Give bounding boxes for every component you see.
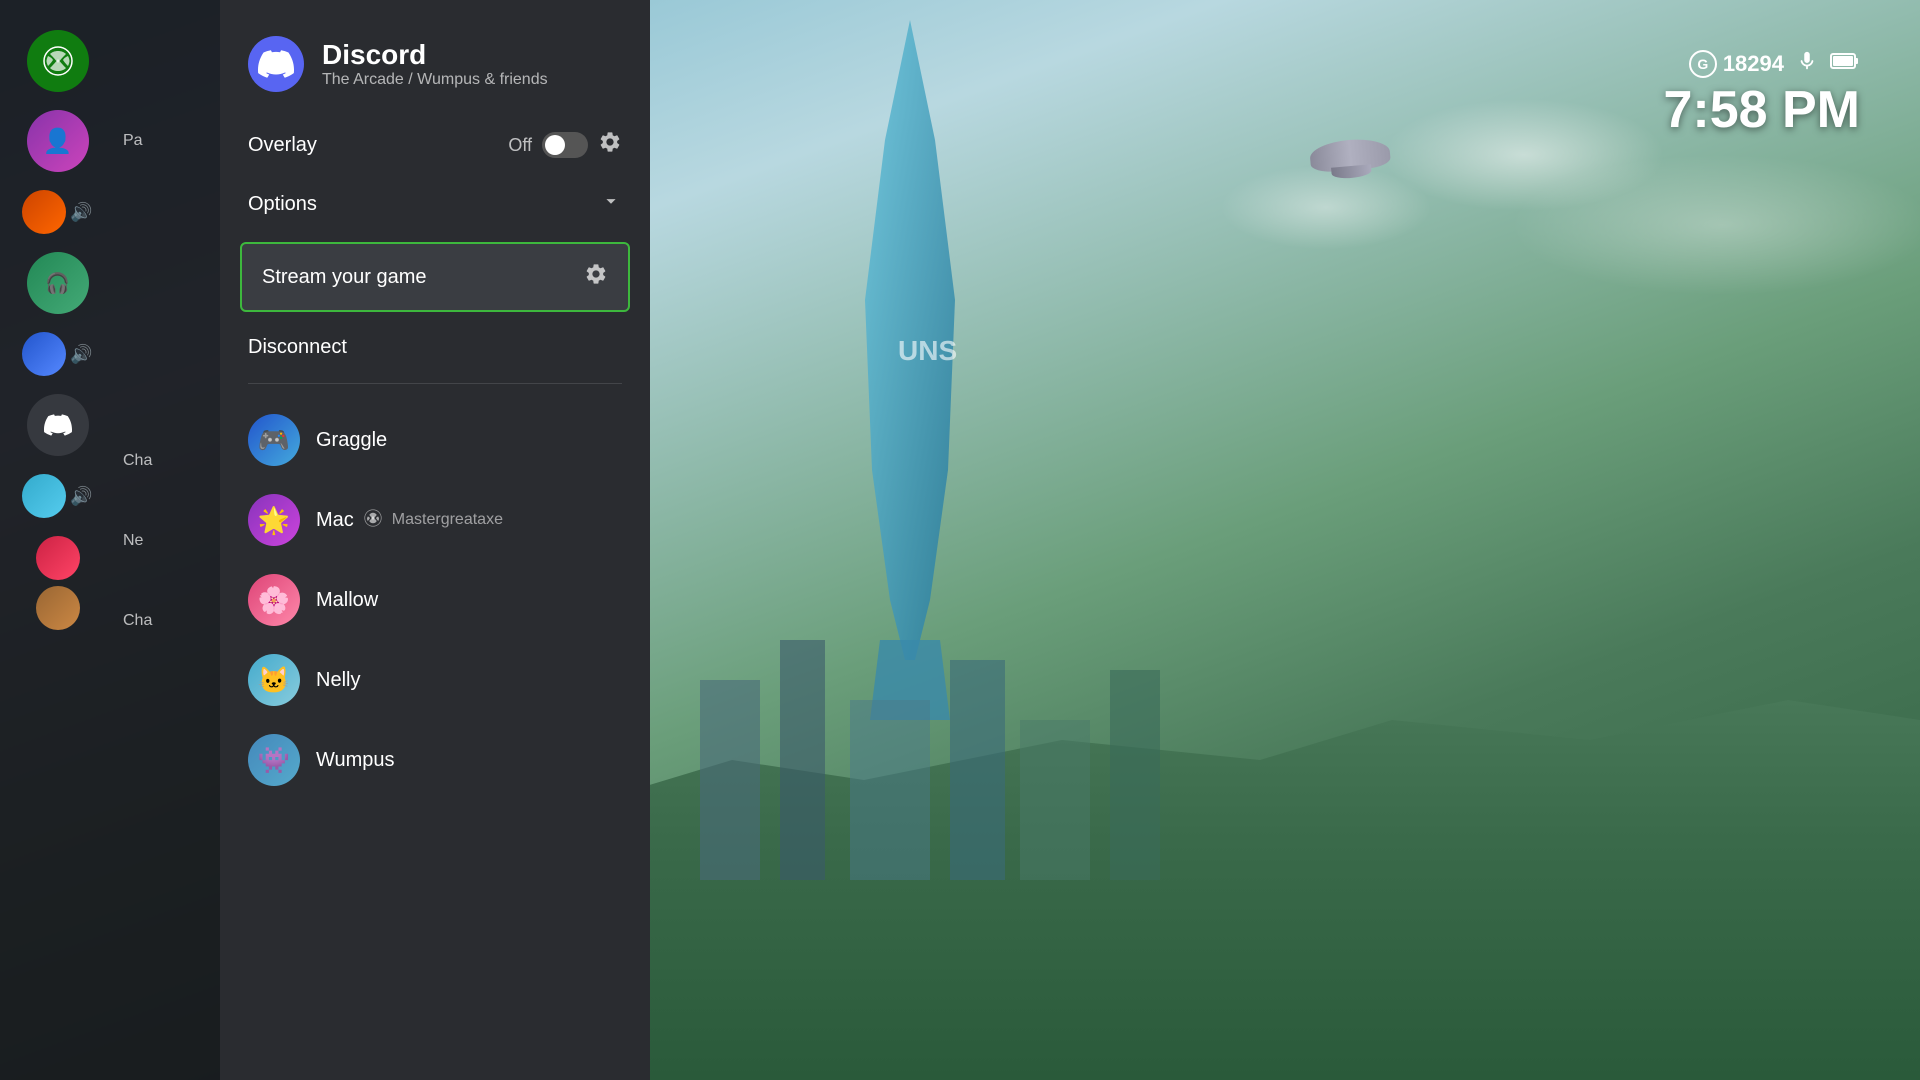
clock-time: 7:58 PM — [1663, 81, 1860, 139]
options-row[interactable]: Options — [220, 174, 650, 234]
discord-title: Discord — [322, 39, 548, 71]
friend-name-graggle: Graggle — [316, 429, 387, 452]
sidebar-item-xbox[interactable] — [27, 30, 89, 92]
sidebar-text-ne: Ne — [123, 532, 143, 550]
gamerscore-display: G 18294 — [1689, 50, 1784, 78]
volume-icon-1: 🔊 — [70, 202, 92, 223]
friend-info-mac: Mac Mastergreataxe — [316, 509, 503, 532]
friend-info-wumpus: Wumpus — [316, 749, 395, 772]
volume-icon-3: 🔊 — [70, 486, 92, 507]
friend-avatar-wumpus — [248, 734, 300, 786]
xbox-g-icon: G — [1689, 50, 1717, 78]
friend-info-mallow: Mallow — [316, 589, 378, 612]
clock-display: 7:58 PM — [1663, 80, 1860, 140]
sidebar-label-cha1: Cha — [123, 430, 220, 492]
overlay-label: Overlay — [248, 134, 498, 157]
friends-list: Graggle Mac Mastergreataxe — [220, 392, 650, 1080]
friend-item-mac[interactable]: Mac Mastergreataxe — [220, 480, 650, 560]
sidebar-labels-column: Pa Cha Ne Cha — [115, 0, 220, 1080]
sidebar-label-spacer-1 — [123, 30, 220, 92]
sidebar-label-headset — [123, 270, 220, 332]
discord-header: Discord The Arcade / Wumpus & friends — [220, 0, 650, 116]
xbox-platform-icon — [364, 509, 382, 532]
sidebar-avatar-row-2: 🔊 — [22, 332, 92, 376]
sidebar-label-spacer-2 — [123, 190, 220, 252]
divider-line — [248, 383, 622, 384]
sidebar-avatar-group — [36, 536, 80, 630]
stream-game-button[interactable]: Stream your game — [240, 242, 630, 312]
overlay-row: Overlay Off — [220, 116, 650, 174]
sidebar-avatar-3 — [22, 474, 66, 518]
friend-avatar-nelly — [248, 654, 300, 706]
g-letter: G — [1697, 56, 1708, 72]
friend-name-nelly: Nelly — [316, 669, 360, 691]
microphone-icon — [1796, 50, 1818, 78]
sidebar-icons-column: 👤 🔊 🎧 🔊 🔊 — [0, 0, 115, 1080]
discord-subtitle: The Arcade / Wumpus & friends — [322, 71, 548, 89]
friend-item-graggle[interactable]: Graggle — [220, 400, 650, 480]
disconnect-row[interactable]: Disconnect — [220, 320, 650, 375]
sidebar-avatar-5 — [36, 586, 80, 630]
friend-item-mallow[interactable]: Mallow — [220, 560, 650, 640]
sidebar-text-cha2: Cha — [123, 612, 152, 630]
sidebar-item-discord[interactable] — [27, 394, 89, 456]
discord-logo — [248, 36, 304, 92]
stream-label: Stream your game — [262, 266, 584, 289]
sidebar-item-profile[interactable]: 👤 — [27, 110, 89, 172]
friend-avatar-mallow — [248, 574, 300, 626]
overlay-state: Off — [508, 135, 532, 156]
volume-icon-2: 🔊 — [70, 344, 92, 365]
sidebar-avatar-row-3: 🔊 — [22, 474, 92, 518]
status-bar: G 18294 — [1689, 50, 1860, 78]
sidebar-avatar-4 — [36, 536, 80, 580]
gamerscore-value: 18294 — [1723, 51, 1784, 77]
disconnect-label: Disconnect — [248, 336, 347, 358]
sidebar-label-cha2: Cha — [123, 590, 220, 652]
left-sidebar: 👤 🔊 🎧 🔊 🔊 — [0, 0, 220, 1080]
sidebar-avatar-1 — [22, 190, 66, 234]
sidebar-label-ne: Ne — [123, 510, 220, 572]
friend-item-nelly[interactable]: Nelly — [220, 640, 650, 720]
sidebar-avatar-2 — [22, 332, 66, 376]
friend-info-graggle: Graggle — [316, 429, 387, 452]
sidebar-label-pa: Pa — [123, 110, 220, 172]
options-label: Options — [248, 193, 600, 216]
discord-panel: Discord The Arcade / Wumpus & friends Ov… — [220, 0, 650, 1080]
friend-avatar-graggle — [248, 414, 300, 466]
friend-gamertag-mac: Mastergreataxe — [392, 511, 503, 529]
overlay-settings-icon[interactable] — [598, 130, 622, 160]
buildings — [650, 580, 1250, 880]
sidebar-volume-row-1: 🔊 — [22, 190, 92, 234]
friend-avatar-mac — [248, 494, 300, 546]
sidebar-text-cha1: Cha — [123, 452, 152, 470]
sidebar-label-spacer-3 — [123, 350, 220, 412]
sidebar-item-profile-2[interactable]: 🎧 — [27, 252, 89, 314]
friend-name-mallow: Mallow — [316, 589, 378, 611]
sidebar-text-pa: Pa — [123, 132, 143, 150]
battery-icon — [1830, 50, 1860, 78]
stream-settings-icon[interactable] — [584, 262, 608, 292]
friend-name-mac: Mac — [316, 509, 354, 532]
overlay-toggle[interactable] — [542, 132, 588, 158]
options-chevron-icon — [600, 190, 622, 218]
friend-name-wumpus: Wumpus — [316, 749, 395, 771]
friend-info-nelly: Nelly — [316, 669, 360, 692]
svg-text:UNS: UNS — [898, 335, 957, 366]
discord-header-text: Discord The Arcade / Wumpus & friends — [322, 39, 548, 89]
friend-item-wumpus[interactable]: Wumpus — [220, 720, 650, 800]
